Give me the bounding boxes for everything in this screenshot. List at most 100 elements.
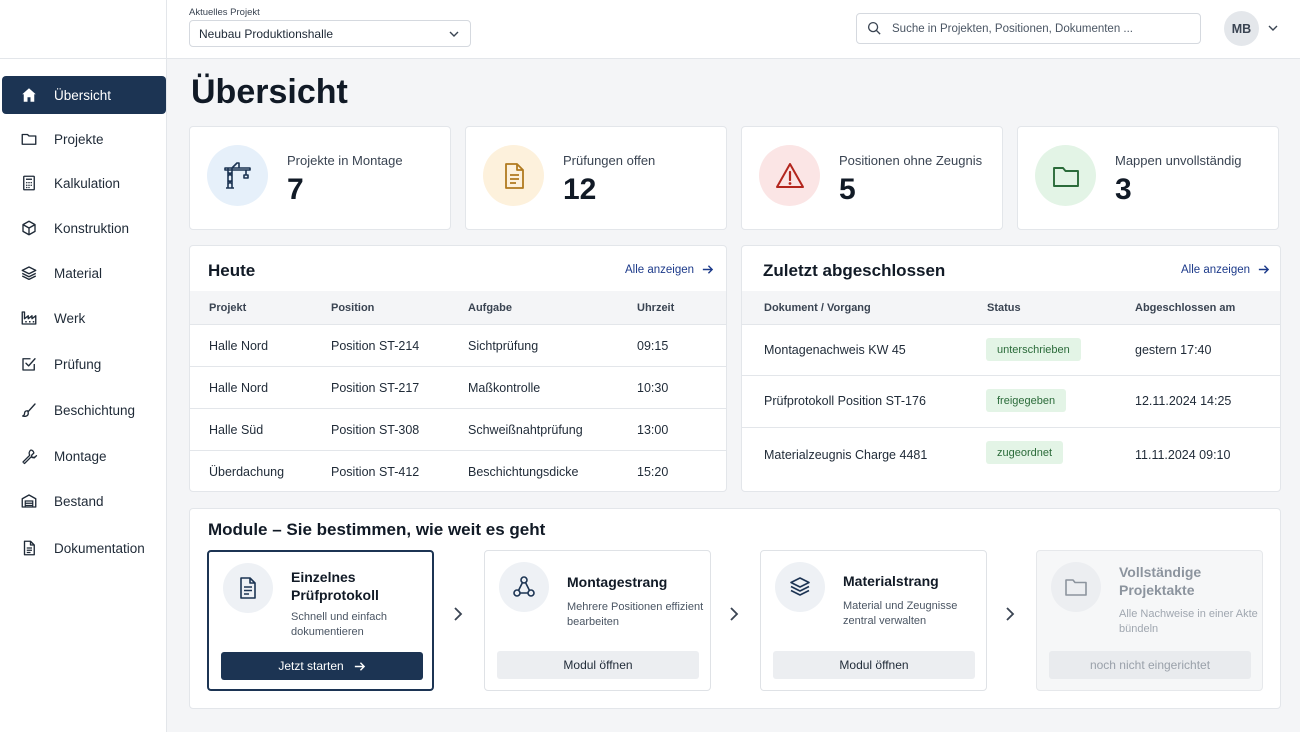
layers-icon — [19, 263, 39, 283]
cell-abgeschlossen: gestern 17:40 — [1135, 343, 1212, 357]
recent-title: Zuletzt abgeschlossen — [763, 261, 946, 280]
module-icon-circle — [223, 563, 273, 613]
sidebar-item-material[interactable]: Material — [2, 254, 166, 292]
sidebar-item-konstruktion[interactable]: Konstruktion — [2, 209, 166, 247]
network-icon — [513, 576, 535, 597]
modules-title: Module – Sie bestimmen, wie weit es geht — [208, 520, 546, 539]
link-label: Alle anzeigen — [625, 263, 695, 276]
cell-uhrzeit: 10:30 — [637, 381, 669, 395]
kpi-icon-circle — [207, 145, 268, 206]
column-header: Position — [331, 302, 375, 314]
table-row[interactable]: Materialzeugnis Charge 4481 zugeordnet 1… — [742, 427, 1280, 491]
table-row[interactable]: Prüfprotokoll Position ST-176 freigegebe… — [742, 375, 1280, 427]
column-header: Projekt — [209, 302, 247, 314]
crane-icon — [223, 161, 251, 189]
kpi-value: 3 — [1115, 173, 1132, 206]
folder-icon — [1065, 579, 1087, 596]
kpi-label: Positionen ohne Zeugnis — [839, 153, 983, 168]
module-card-materialstrang[interactable]: Materialstrang Material und Zeugnisse ze… — [760, 550, 987, 691]
chevron-down-icon — [449, 31, 459, 37]
kpi-icon-circle — [1035, 145, 1096, 206]
column-header: Status — [987, 302, 1021, 314]
kpi-card-mappen-unvollstaendig[interactable]: Mappen unvollständig 3 — [1017, 126, 1279, 230]
today-show-all-link[interactable]: Alle anzeigen — [625, 263, 714, 276]
sidebar-item-label: Bestand — [54, 493, 104, 509]
cell-aufgabe: Schweißnahtprüfung — [468, 423, 583, 437]
open-module-button[interactable]: Modul öffnen — [497, 651, 699, 679]
kpi-value: 5 — [839, 173, 856, 206]
module-card-montagestrang[interactable]: Montagestrang Mehrere Positionen effizie… — [484, 550, 711, 691]
open-module-button[interactable]: Modul öffnen — [773, 651, 975, 679]
sidebar-header — [0, 0, 166, 59]
sidebar-item-dokumentation[interactable]: Dokumentation — [2, 529, 166, 567]
table-row[interactable]: Montagenachweis KW 45 unterschrieben ges… — [742, 324, 1280, 375]
search-placeholder: Suche in Projekten, Positionen, Dokument… — [892, 22, 1134, 35]
kpi-value: 7 — [287, 173, 304, 206]
search-icon — [867, 21, 881, 35]
column-header: Uhrzeit — [637, 302, 675, 314]
table-row[interactable]: Halle Süd Position ST-308 Schweißnahtprü… — [190, 408, 726, 450]
cell-dokument: Materialzeugnis Charge 4481 — [764, 448, 928, 462]
sidebar-item-pruefung[interactable]: Prüfung — [2, 345, 166, 383]
chevron-right-icon — [454, 607, 463, 621]
button-label: Jetzt starten — [278, 659, 344, 673]
table-header: Dokument / Vorgang Status Abgeschlossen … — [742, 291, 1280, 324]
warning-icon — [775, 162, 804, 188]
brush-icon — [19, 400, 39, 420]
cell-position: Position ST-214 — [331, 339, 420, 353]
sidebar-item-werk[interactable]: Werk — [2, 299, 166, 337]
cell-position: Position ST-308 — [331, 423, 420, 437]
sidebar-item-beschichtung[interactable]: Beschichtung — [2, 391, 166, 429]
start-button[interactable]: Jetzt starten — [221, 652, 423, 680]
cell-projekt: Halle Nord — [209, 381, 269, 395]
kpi-label: Prüfungen offen — [563, 153, 656, 168]
table-row[interactable]: Halle Nord Position ST-214 Sichtprüfung … — [190, 324, 726, 366]
document-icon — [19, 538, 39, 558]
sidebar-item-projekte[interactable]: Projekte — [2, 120, 166, 158]
module-icon-circle — [499, 562, 549, 612]
home-icon — [19, 85, 39, 105]
sidebar-item-montage[interactable]: Montage — [2, 437, 166, 475]
document-icon — [240, 577, 256, 599]
cell-dokument: Prüfprotokoll Position ST-176 — [764, 394, 926, 408]
search-input[interactable]: Suche in Projekten, Positionen, Dokument… — [856, 13, 1201, 44]
cell-projekt: Halle Süd — [209, 423, 264, 437]
module-description: Schnell und einfach dokumentieren — [291, 611, 388, 638]
avatar[interactable]: MB — [1224, 11, 1259, 46]
table-row[interactable]: Halle Nord Position ST-217 Maßkontrolle … — [190, 366, 726, 408]
chevron-right-icon — [1006, 607, 1015, 621]
sidebar-item-uebersicht[interactable]: Übersicht — [2, 76, 166, 114]
kpi-card-pruefungen-offen[interactable]: Prüfungen offen 12 — [465, 126, 727, 230]
kpi-card-projekte-montage[interactable]: Projekte in Montage 7 — [189, 126, 451, 230]
sidebar-item-label: Dokumentation — [54, 540, 145, 556]
module-description: Material und Zeugnisse zentral verwalten — [843, 600, 958, 627]
cell-position: Position ST-217 — [331, 381, 420, 395]
sidebar-item-kalkulation[interactable]: Kalkulation — [2, 164, 166, 202]
link-label: Alle anzeigen — [1181, 263, 1251, 276]
cell-abgeschlossen: 12.11.2024 14:25 — [1135, 394, 1232, 408]
kpi-card-positionen-ohne-zeugnis[interactable]: Positionen ohne Zeugnis 5 — [741, 126, 1003, 230]
module-card-pruefprotokoll[interactable]: Einzelnes Prüfprotokoll Schnell und einf… — [207, 550, 434, 691]
cell-uhrzeit: 09:15 — [637, 339, 669, 353]
folder-icon — [19, 129, 39, 149]
chevron-down-icon[interactable] — [1267, 22, 1279, 34]
cell-dokument: Montagenachweis KW 45 — [764, 343, 906, 357]
column-header: Aufgabe — [468, 302, 512, 314]
recent-show-all-link[interactable]: Alle anzeigen — [1181, 263, 1270, 276]
sidebar-item-bestand[interactable]: Bestand — [2, 482, 166, 520]
today-panel: Heute Alle anzeigen Projekt Position Auf… — [189, 245, 727, 492]
kpi-value: 12 — [563, 173, 597, 206]
table-row[interactable]: Überdachung Position ST-412 Beschichtung… — [190, 450, 726, 491]
sidebar-item-label: Prüfung — [54, 356, 102, 372]
module-title: Vollständige Projektakte — [1119, 564, 1202, 598]
status-badge: freigegeben — [986, 389, 1067, 412]
cell-position: Position ST-412 — [331, 465, 420, 479]
sidebar-item-label: Kalkulation — [54, 175, 121, 191]
kpi-label: Projekte in Montage — [287, 153, 403, 168]
factory-icon — [19, 308, 39, 328]
project-select[interactable]: Neubau Produktionshalle — [189, 20, 471, 47]
table-header: Projekt Position Aufgabe Uhrzeit — [190, 291, 726, 324]
arrow-right-icon — [354, 661, 365, 671]
layers-icon — [790, 577, 810, 596]
today-title: Heute — [208, 261, 256, 280]
